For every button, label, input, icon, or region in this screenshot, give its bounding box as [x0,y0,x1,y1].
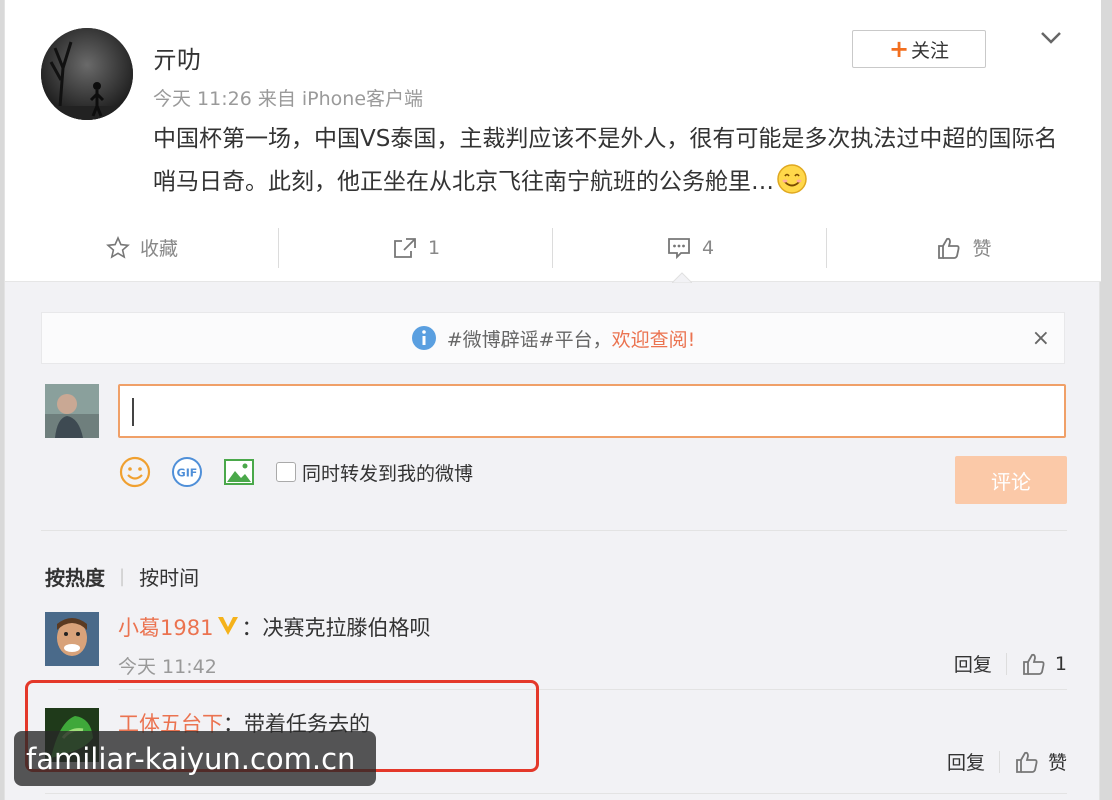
plus-icon: + [888,35,910,63]
comment-text: ：决赛克拉滕伯格呗 [241,616,431,640]
follow-button[interactable]: + 关注 [852,30,986,68]
reply-button[interactable]: 回复 [947,748,985,775]
rumor-notice-banner: #微博辟谣#平台， 欢迎查阅! × [41,312,1065,364]
author-name[interactable]: 亓叻 [153,40,201,75]
comment-button[interactable]: 4 [553,214,827,281]
comment-actions: 回复 赞 [947,748,1067,775]
close-icon[interactable]: × [1032,326,1050,351]
star-icon [106,235,130,259]
comment-actions: 回复 1 [954,650,1067,677]
repost-button[interactable]: 1 [279,214,553,281]
comment-input[interactable] [118,384,1066,438]
comment-time: 今天 11:42 [118,656,217,678]
comment-like-button[interactable]: 赞 [1014,748,1067,775]
sort-separator: | [119,566,126,587]
reply-button[interactable]: 回复 [954,650,992,677]
post-meta: 今天 11:26 来自 iPhone客户端 [153,88,424,110]
action-separator [998,750,1000,773]
comment-icon [668,237,690,259]
svg-text:GIF: GIF [177,467,198,480]
comment-like-count: 1 [1054,652,1067,675]
favorite-button[interactable]: 收藏 [5,214,279,281]
action-separator [1005,652,1007,675]
image-icon[interactable] [222,455,256,489]
weibo-post-card: 亓叻 今天 11:26 来自 iPhone客户端 中国杯第一场，中国VS泰国，主… [4,0,1101,800]
repost-count: 1 [427,236,441,259]
post-body: 亓叻 今天 11:26 来自 iPhone客户端 中国杯第一场，中国VS泰国，主… [5,0,1101,214]
like-label: 赞 [972,238,992,260]
comment-item: 小葛1981 ：决赛克拉滕伯格呗 今天 11:42 回复 1 [45,612,1067,678]
favorite-label: 收藏 [139,238,178,260]
share-icon [394,237,416,258]
comment-count: 4 [701,236,715,259]
divider [45,793,1067,794]
chevron-down-icon[interactable] [1039,28,1063,48]
verified-v-icon [218,617,239,635]
watermark: familiar-kaiyun.com.cn [14,731,376,786]
thumbs-up-icon [938,237,960,259]
repost-checkbox[interactable] [276,462,296,482]
repost-checkbox-row[interactable]: 同时转发到我的微博 [276,459,473,486]
text-cursor [132,398,134,426]
comment-line: 小葛1981 ：决赛克拉滕伯格呗 [118,612,430,642]
composer-tools: GIF 同时转发到我的微博 [118,452,473,492]
thumbs-up-icon [1016,751,1038,773]
comment-like-button[interactable]: 1 [1021,652,1067,676]
repost-checkbox-label: 同时转发到我的微博 [302,462,474,485]
thumbs-up-icon [1023,653,1045,675]
post-text: 中国杯第一场，中国VS泰国，主裁判应该不是外人，很有可能是多次执法过中超的国际名… [153,118,1073,204]
tab-by-time[interactable]: 按时间 [139,562,199,591]
caret-pointer [672,272,692,283]
commenter-name[interactable]: 小葛1981 [118,616,213,640]
like-button[interactable]: 赞 [827,214,1101,281]
submit-comment-button[interactable]: 评论 [955,456,1067,504]
comment-like-label: 赞 [1047,752,1067,774]
smile-emoji-icon [776,163,808,195]
notice-link[interactable]: 欢迎查阅! [612,325,696,352]
info-icon [411,326,436,350]
post-actions-bar: 收藏 1 4 赞 [5,214,1101,282]
follow-label: 关注 [911,39,950,62]
tab-by-hot[interactable]: 按热度 [45,562,105,591]
gif-icon[interactable]: GIF [170,455,204,489]
divider [41,530,1067,531]
commenter-avatar[interactable] [45,612,99,666]
current-user-avatar [45,384,99,438]
comment-sort-tabs: 按热度 | 按时间 [45,562,199,591]
post-content: 中国杯第一场，中国VS泰国，主裁判应该不是外人，很有可能是多次执法过中超的国际名… [153,126,1058,195]
author-avatar[interactable] [41,28,133,120]
notice-text: #微博辟谣#平台， [446,328,612,351]
emoji-icon[interactable] [118,455,152,489]
